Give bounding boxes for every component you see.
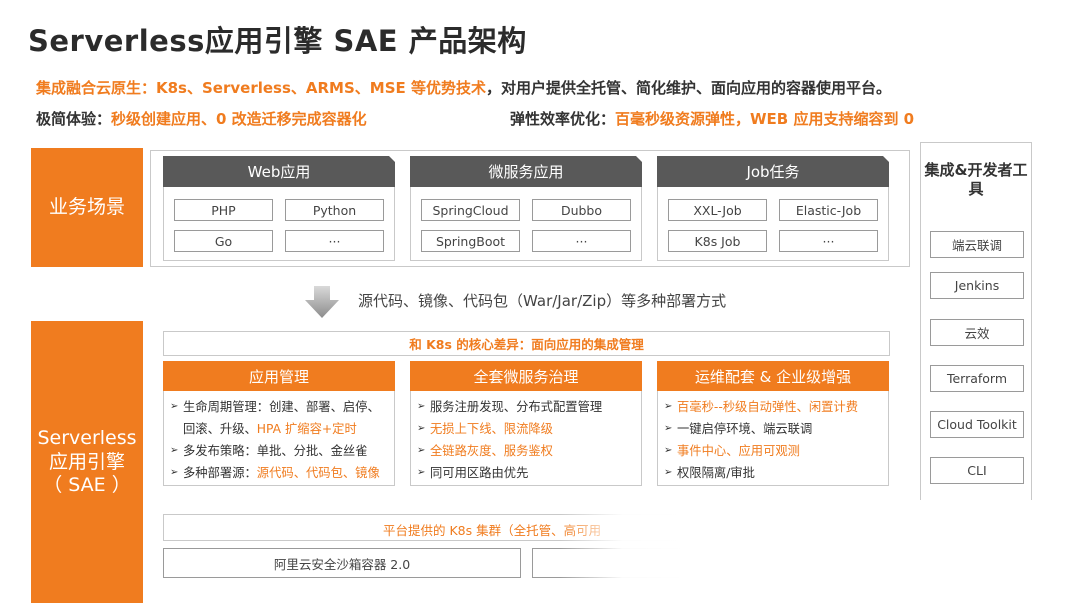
tools-title: 集成&开发者工具 xyxy=(924,161,1028,198)
sae-label-line-1: Serverless xyxy=(37,426,137,449)
bullet-arrow-icon: ➢ xyxy=(417,445,426,456)
bullet-item: ➢ 多种部署源： 源代码、代码包、镜像 xyxy=(170,462,388,484)
elastic-efficiency-label: 弹性效率优化： xyxy=(510,110,616,128)
bullet-text: 多种部署源： xyxy=(183,466,257,480)
column-body: ➢ 百毫秒--秒级自动弹性、闲置计费 ➢ 一键启停环境、端云联调 ➢ 事件中心、应用可… xyxy=(657,391,889,486)
bullet-item: ➢ 服务注册发现、分布式配置管理 xyxy=(417,396,635,418)
bullet-arrow-icon: ➢ xyxy=(417,423,426,434)
bullet-arrow-icon: ➢ xyxy=(664,401,673,412)
tool-cli: CLI xyxy=(930,457,1024,484)
bullet-continuation: 回滚、升级、 HPA 扩缩容+定时 xyxy=(170,418,388,440)
chip-python: Python xyxy=(285,199,384,221)
bullet-arrow-icon: ➢ xyxy=(417,467,426,478)
bullet-arrow-icon: ➢ xyxy=(170,467,179,478)
panel-title: Web应用 xyxy=(163,156,395,187)
page-title: Serverless应用引擎 SAE 产品架构 xyxy=(28,24,527,58)
chip-more: ··· xyxy=(532,230,631,252)
tool-jenkins: Jenkins xyxy=(930,272,1024,299)
bullet-item: ➢ 全链路灰度、服务鉴权 xyxy=(417,440,635,462)
bullet-highlight: 百毫秒--秒级自动弹性、闲置计费 xyxy=(677,400,859,414)
bullet-text: 回滚、升级、 xyxy=(183,422,257,436)
elastic-efficiency: 弹性效率优化：百毫秒级资源弹性，WEB 应用支持缩容到 0 xyxy=(510,108,914,129)
chip-go: Go xyxy=(174,230,273,252)
chip-k8s-job: K8s Job xyxy=(668,230,767,252)
bullet-arrow-icon: ➢ xyxy=(664,445,673,456)
bullet-text: 同可用区路由优先 xyxy=(430,466,529,480)
bullet-text: 多发布策略：单批、分批、金丝雀 xyxy=(183,444,368,458)
bullet-text: 一键启停环境、端云联调 xyxy=(677,422,813,436)
panel-body: XXL-Job Elastic-Job K8s Job ··· xyxy=(657,187,889,261)
bullet-highlight: 源代码、代码包、镜像 xyxy=(256,466,380,480)
bullet-text: 服务注册发现、分布式配置管理 xyxy=(430,400,603,414)
down-arrow-icon xyxy=(305,286,339,318)
intro-line-1: 集成融合云原生：K8s、Serverless、ARMS、MSE 等优势技术，对用… xyxy=(36,77,891,98)
panel-title: 微服务应用 xyxy=(410,156,642,187)
fade-overlay xyxy=(560,500,1080,603)
chip-elastic-job: Elastic-Job xyxy=(779,199,878,221)
bullet-highlight: 事件中心、应用可观测 xyxy=(677,444,800,458)
bullet-item: ➢ 多发布策略：单批、分批、金丝雀 xyxy=(170,440,388,462)
bullet-arrow-icon: ➢ xyxy=(664,423,673,434)
bullet-arrow-icon: ➢ xyxy=(664,467,673,478)
simple-experience: 极简体验：秒级创建应用、0 改造迁移完成容器化 xyxy=(36,108,367,129)
column-body: ➢ 服务注册发现、分布式配置管理 ➢ 无损上下线、限流降级 ➢ 全链路灰度、服务鉴权 … xyxy=(410,391,642,486)
bullet-arrow-icon: ➢ xyxy=(170,401,179,412)
chip-xxl-job: XXL-Job xyxy=(668,199,767,221)
tool-cloud-toolkit: Cloud Toolkit xyxy=(930,411,1024,438)
elastic-efficiency-value: 百毫秒级资源弹性，WEB 应用支持缩容到 0 xyxy=(615,110,915,128)
business-scenario-label: 业务场景 xyxy=(31,148,143,267)
bullet-arrow-icon: ➢ xyxy=(417,401,426,412)
app-management-column: 应用管理 ➢ 生命周期管理：创建、部署、启停、 回滚、升级、 HPA 扩缩容+定时 … xyxy=(163,361,395,486)
chip-more: ··· xyxy=(285,230,384,252)
bullet-item: ➢ 同可用区路由优先 xyxy=(417,462,635,484)
tool-end-cloud-debug: 端云联调 xyxy=(930,231,1024,258)
chip-more: ··· xyxy=(779,230,878,252)
intro-highlight: 集成融合云原生：K8s、Serverless、ARMS、MSE 等优势技术 xyxy=(36,79,486,97)
deploy-methods: 源代码、镜像、代码包（War/Jar/Zip）等多种部署方式 xyxy=(358,292,727,310)
simple-experience-label: 极简体验： xyxy=(36,110,112,128)
ops-enterprise-column: 运维配套 & 企业级增强 ➢ 百毫秒--秒级自动弹性、闲置计费 ➢ 一键启停环境、端… xyxy=(657,361,889,486)
column-title: 运维配套 & 企业级增强 xyxy=(657,361,889,391)
panel-microservice-app: 微服务应用 SpringCloud Dubbo SpringBoot ··· xyxy=(410,156,642,261)
bullet-item: ➢ 生命周期管理：创建、部署、启停、 xyxy=(170,396,388,418)
intro-rest: ，对用户提供全托管、简化维护、面向应用的容器使用平台。 xyxy=(485,79,891,97)
sae-label: Serverless 应用引擎 （ SAE ） xyxy=(31,321,143,603)
column-title: 全套微服务治理 xyxy=(410,361,642,391)
bullet-item: ➢ 一键启停环境、端云联调 xyxy=(664,418,882,440)
tool-terraform: Terraform xyxy=(930,365,1024,392)
chip-springboot: SpringBoot xyxy=(421,230,520,252)
simple-experience-value: 秒级创建应用、0 改造迁移完成容器化 xyxy=(111,110,367,128)
chip-springcloud: SpringCloud xyxy=(421,199,520,221)
panel-web-app: Web应用 PHP Python Go ··· xyxy=(163,156,395,261)
panel-body: SpringCloud Dubbo SpringBoot ··· xyxy=(410,187,642,261)
column-body: ➢ 生命周期管理：创建、部署、启停、 回滚、升级、 HPA 扩缩容+定时 ➢ 多发布策… xyxy=(163,391,395,486)
sae-label-line-3: （ SAE ） xyxy=(43,474,131,497)
chip-php: PHP xyxy=(174,199,273,221)
sae-label-line-2: 应用引擎 xyxy=(48,450,125,473)
bullet-item: ➢ 无损上下线、限流降级 xyxy=(417,418,635,440)
core-difference-bar: 和 K8s 的核心差异：面向应用的集成管理 xyxy=(163,331,890,356)
bullet-highlight: HPA 扩缩容+定时 xyxy=(256,422,357,436)
bullet-highlight: 无损上下线、限流降级 xyxy=(430,422,553,436)
panel-job-task: Job任务 XXL-Job Elastic-Job K8s Job ··· xyxy=(657,156,889,261)
tool-yunxiao: 云效 xyxy=(930,319,1024,346)
bullet-text: 权限隔离/审批 xyxy=(677,466,755,480)
secure-sandbox-box: 阿里云安全沙箱容器 2.0 xyxy=(163,548,521,578)
bullet-item: ➢ 权限隔离/审批 xyxy=(664,462,882,484)
bullet-text: 生命周期管理：创建、部署、启停、 xyxy=(183,400,380,414)
bullet-item: ➢ 事件中心、应用可观测 xyxy=(664,440,882,462)
bullet-arrow-icon: ➢ xyxy=(170,445,179,456)
bullet-item: ➢ 百毫秒--秒级自动弹性、闲置计费 xyxy=(664,396,882,418)
column-title: 应用管理 xyxy=(163,361,395,391)
bullet-highlight: 全链路灰度、服务鉴权 xyxy=(430,444,553,458)
microservice-governance-column: 全套微服务治理 ➢ 服务注册发现、分布式配置管理 ➢ 无损上下线、限流降级 ➢ 全链路… xyxy=(410,361,642,486)
chip-dubbo: Dubbo xyxy=(532,199,631,221)
panel-body: PHP Python Go ··· xyxy=(163,187,395,261)
panel-title: Job任务 xyxy=(657,156,889,187)
